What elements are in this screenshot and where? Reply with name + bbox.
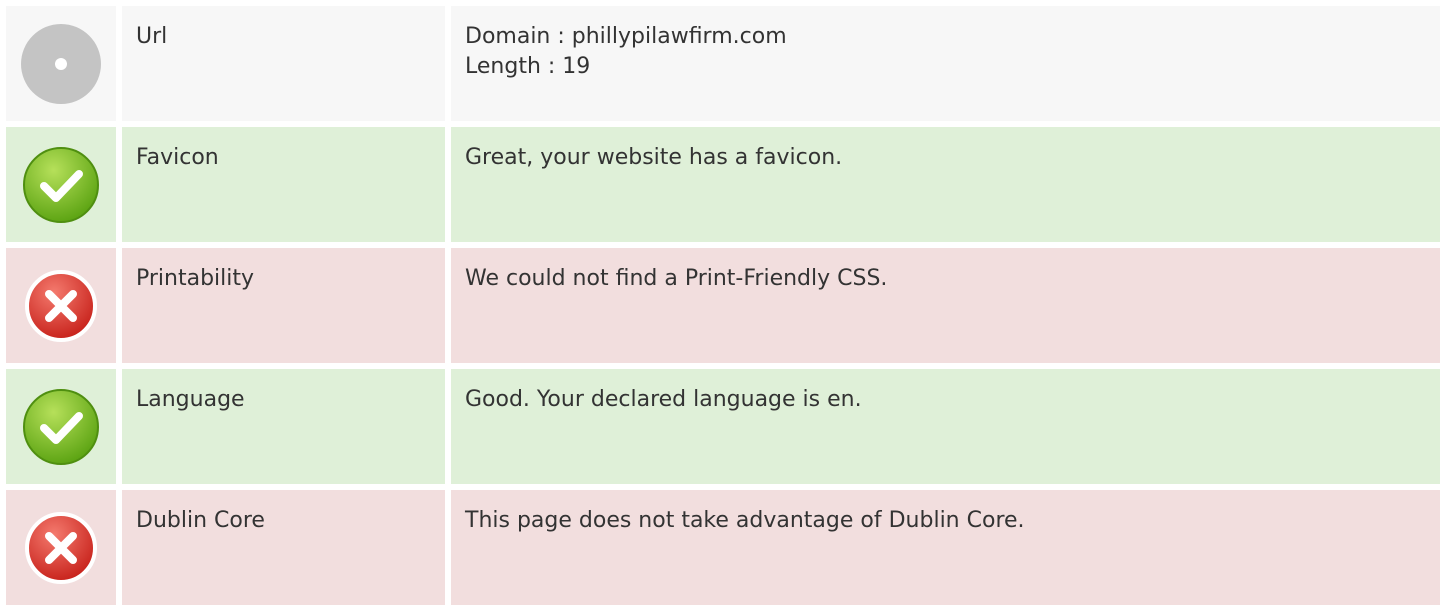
result-text: Great, your website has a favicon.	[465, 145, 843, 170]
result-text: Good. Your declared language is en.	[465, 387, 862, 412]
info-circle-icon	[20, 23, 102, 105]
check-row-url: Url Domain : phillypilawfirm.com Length …	[6, 6, 1440, 121]
status-cell	[6, 490, 116, 605]
check-label: Printability	[122, 248, 445, 363]
domain-line: Domain : phillypilawfirm.com	[465, 24, 787, 49]
check-result: This page does not take advantage of Dub…	[451, 490, 1440, 605]
cross-icon	[21, 266, 101, 346]
check-label: Url	[122, 6, 445, 121]
status-cell	[6, 248, 116, 363]
cross-icon	[21, 508, 101, 588]
check-row-dublin-core: Dublin Core This page does not take adva…	[6, 490, 1440, 605]
result-text: This page does not take advantage of Dub…	[465, 508, 1025, 533]
check-result: Great, your website has a favicon.	[451, 127, 1440, 242]
length-line: Length : 19	[465, 54, 591, 79]
status-cell	[6, 369, 116, 484]
check-label: Language	[122, 369, 445, 484]
status-cell	[6, 127, 116, 242]
check-label: Dublin Core	[122, 490, 445, 605]
check-result: Good. Your declared language is en.	[451, 369, 1440, 484]
check-row-language: Language Good. Your declared language is…	[6, 369, 1440, 484]
check-result: Domain : phillypilawfirm.com Length : 19	[451, 6, 1440, 121]
seo-checks-table: Url Domain : phillypilawfirm.com Length …	[6, 6, 1440, 611]
result-text: We could not find a Print-Friendly CSS.	[465, 266, 888, 291]
check-row-printability: Printability We could not find a Print-F…	[6, 248, 1440, 363]
check-label: Favicon	[122, 127, 445, 242]
check-icon	[21, 145, 101, 225]
check-icon	[21, 387, 101, 467]
status-cell	[6, 6, 116, 121]
check-row-favicon: Favicon Great, your website has a favico…	[6, 127, 1440, 242]
check-result: We could not find a Print-Friendly CSS.	[451, 248, 1440, 363]
